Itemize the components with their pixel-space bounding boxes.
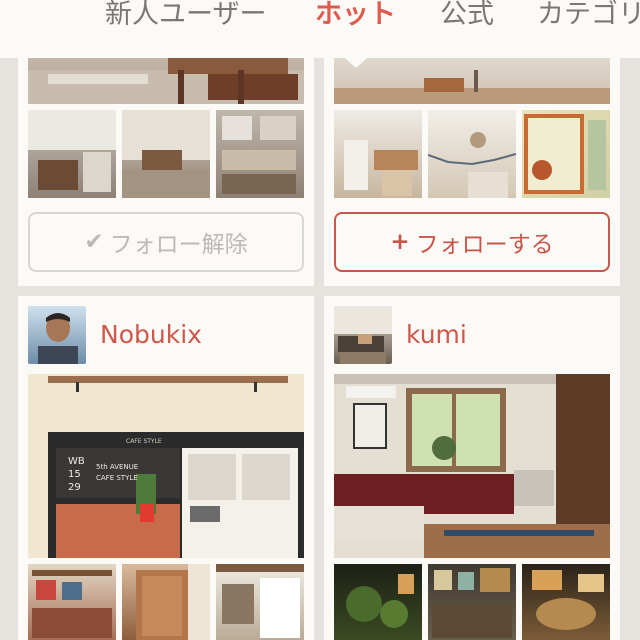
living-room-graphic <box>334 374 610 558</box>
username[interactable]: Nobukix <box>100 320 202 349</box>
follow-button[interactable]: + フォローする <box>334 212 610 272</box>
thumbnail-photo-3[interactable] <box>522 110 610 198</box>
active-tab-indicator <box>345 58 367 68</box>
shelf-items-graphic <box>432 568 512 638</box>
thumbnail-photo-2[interactable] <box>122 564 210 640</box>
living-room-graphic <box>122 110 210 198</box>
unfollow-button[interactable]: ✔ フォロー解除 <box>28 212 304 272</box>
tab-hot[interactable]: ホット <box>315 0 396 30</box>
poster-text-avenue: 5th AVENUE <box>96 463 138 471</box>
thumbnail-photo-1[interactable] <box>334 110 422 198</box>
desk-thumb-graphic <box>344 140 418 196</box>
avatar[interactable] <box>28 306 86 364</box>
garland-graphic <box>428 132 516 198</box>
shelf-thumb-graphic <box>32 570 112 638</box>
main-room-photo[interactable]: CAFE STYLE WB 15 29 5th AVENUE CAFE STYL… <box>28 374 304 558</box>
basket-graphic <box>532 570 604 630</box>
follow-label: フォローする <box>415 232 554 258</box>
username[interactable]: kumi <box>406 320 467 349</box>
main-room-photo[interactable] <box>334 374 610 558</box>
tab-category[interactable]: カテゴリ <box>537 0 640 30</box>
thumbnail-photo-3[interactable] <box>216 110 304 198</box>
unfollow-label: フォロー解除 <box>109 232 248 258</box>
poster-text-cafe: CAFE STYLE <box>96 474 138 482</box>
tab-official[interactable]: 公式 <box>440 0 494 30</box>
window-graphic <box>216 564 304 638</box>
thumbnail-photo-2[interactable] <box>428 564 516 640</box>
thumbnail-photo-1[interactable] <box>28 110 116 198</box>
cafe-shelf-graphic: CAFE STYLE WB 15 29 5th AVENUE CAFE STYL… <box>28 374 304 558</box>
shelf-graphic <box>222 116 296 194</box>
wood-door-graphic <box>136 564 210 640</box>
plus-icon: + <box>390 229 410 255</box>
thumbnail-photo-3[interactable] <box>216 564 304 640</box>
poster-text-29: 29 <box>68 482 81 493</box>
thumbnail-photo-2[interactable] <box>122 110 210 198</box>
check-icon: ✔ <box>84 229 104 255</box>
poster-text-wb: WB <box>68 456 85 467</box>
poster-text-header: CAFE STYLE <box>126 438 162 445</box>
user-card-nobukix: Nobukix CAFE STYLE WB 15 29 5th AVENUE C… <box>18 296 314 640</box>
room-avatar-graphic <box>334 306 392 364</box>
user-card-top-left: ✔ フォロー解除 <box>18 40 314 286</box>
user-card-kumi: kumi <box>324 296 620 640</box>
thumbnail-photo-1[interactable] <box>28 564 116 640</box>
user-card-top-right: + フォローする <box>324 40 620 286</box>
framed-leaves-graphic <box>524 114 606 194</box>
kitchen-graphic <box>28 110 116 192</box>
avatar[interactable] <box>334 306 392 364</box>
plant-night-graphic <box>346 574 414 628</box>
person-avatar-graphic <box>38 313 78 364</box>
thumbnail-photo-2[interactable] <box>428 110 516 198</box>
thumbnail-photo-1[interactable] <box>334 564 422 640</box>
thumbnail-photo-3[interactable] <box>522 564 610 640</box>
poster-text-15: 15 <box>68 469 81 480</box>
category-tab-bar: 新人ユーザー ホット 公式 カテゴリ <box>0 0 640 58</box>
tab-new-users[interactable]: 新人ユーザー <box>105 0 266 30</box>
